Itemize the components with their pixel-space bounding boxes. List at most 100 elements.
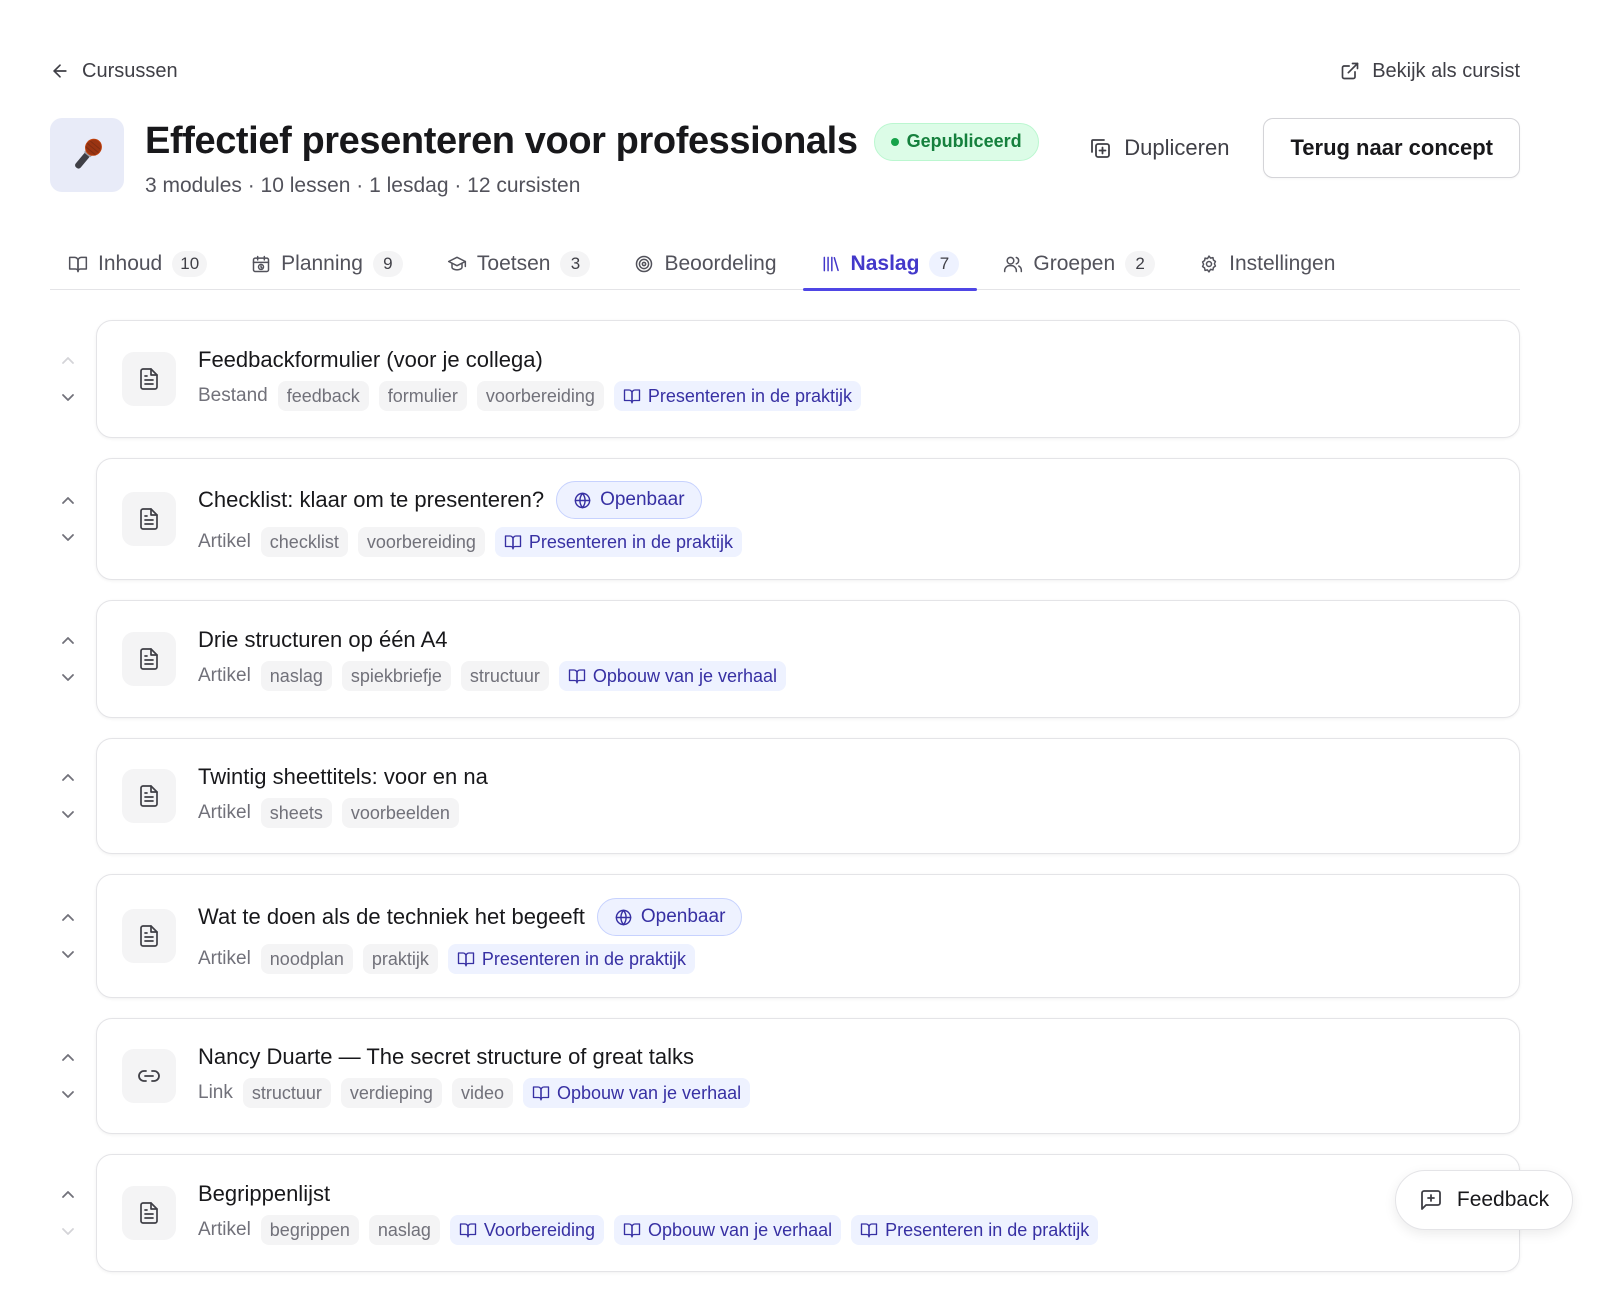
tab-inhoud[interactable]: Inhoud 10 [50,238,225,290]
course-tabs: Inhoud 10 Planning 9 Toetsen 3 Beoordeli… [50,238,1520,291]
move-down-button[interactable] [57,1085,79,1105]
tag: voorbereiding [357,527,485,557]
resource-type: Artikel [198,1219,251,1240]
module-tag[interactable]: Presenteren in de praktijk [494,527,743,557]
calendar-clock-icon [251,254,271,274]
file-text-icon [122,769,176,823]
book-open-icon [860,1221,878,1239]
duplicate-button[interactable]: Dupliceren [1088,135,1229,161]
book-open-icon [532,1084,550,1102]
move-down-button[interactable] [57,945,79,965]
module-tag-label: Voorbereiding [483,1219,596,1240]
module-tag[interactable]: Presenteren in de praktijk [447,944,695,974]
module-tag[interactable]: Presenteren in de praktijk [613,381,861,411]
resource-card[interactable]: Drie structuren op één A4 Artikel naslag… [96,600,1520,718]
resource-row: Wat te doen als de techniek het begeeft … [50,874,1520,998]
tag: voorbereiding [476,381,604,411]
book-open-icon [459,1221,477,1239]
module-tag-label: Opbouw van je verhaal [648,1219,833,1240]
resource-title: Nancy Duarte — The secret structure of g… [198,1044,695,1069]
back-to-courses-link[interactable]: Cursussen [50,60,178,83]
module-tag-label: Presenteren in de praktijk [647,385,852,406]
resource-type: Artikel [198,531,251,552]
resource-row: Checklist: klaar om te presenteren? Open… [50,458,1520,580]
module-tag[interactable]: Presenteren in de praktijk [851,1215,1099,1245]
tag: begrippen [260,1215,359,1245]
resource-title: Wat te doen als de techniek het begeeft [198,904,585,929]
tab-naslag[interactable]: Naslag 7 [802,238,978,291]
status-dot-icon [890,137,899,146]
move-down-button[interactable] [57,388,79,408]
tab-groepen[interactable]: Groepen 2 [985,238,1173,290]
feedback-label: Feedback [1456,1188,1550,1211]
resource-card[interactable]: Twintig sheettitels: voor en na Artikel … [96,738,1520,854]
file-text-icon [122,632,176,686]
move-down-button[interactable] [57,805,79,825]
microphone-icon [50,118,124,192]
globe-icon [614,908,633,927]
tab-label: Instellingen [1229,252,1336,275]
module-tag[interactable]: Opbouw van je verhaal [522,1078,751,1108]
resource-row: Feedbackformulier (voor je collega) Best… [50,320,1520,438]
move-up-button[interactable] [57,630,79,650]
file-text-icon [122,1186,176,1240]
tag: sheets [260,798,332,828]
tab-planning[interactable]: Planning 9 [233,238,421,290]
back-to-draft-button[interactable]: Terug naar concept [1263,118,1520,178]
resource-card[interactable]: Wat te doen als de techniek het begeeft … [96,874,1520,998]
graduation-cap-icon [447,254,467,274]
resource-type: Artikel [198,665,251,686]
resource-type: Artikel [198,802,251,823]
globe-icon [573,491,592,510]
tab-toetsen[interactable]: Toetsen 3 [429,238,609,290]
tab-label: Naslag [850,252,920,275]
resource-card[interactable]: Nancy Duarte — The secret structure of g… [96,1018,1520,1134]
resource-type: Artikel [198,948,251,969]
move-up-button[interactable] [57,907,79,927]
move-up-button[interactable] [57,1184,79,1204]
move-down-button[interactable] [57,668,79,688]
external-link-icon [1340,61,1360,81]
feedback-button[interactable]: Feedback [1395,1170,1573,1230]
tag: formulier [378,381,467,411]
module-tag[interactable]: Opbouw van je verhaal [558,661,787,691]
reorder-controls [50,600,86,718]
move-up-button[interactable] [57,350,79,370]
resource-card[interactable]: Checklist: klaar om te presenteren? Open… [96,458,1520,580]
move-up-button[interactable] [57,1047,79,1067]
reorder-controls [50,458,86,580]
tab-label: Groepen [1033,252,1116,275]
tag: naslag [260,661,332,691]
resource-row: Drie structuren op één A4 Artikel naslag… [50,600,1520,718]
module-tag[interactable]: Voorbereiding [449,1215,605,1245]
module-tag[interactable]: Opbouw van je verhaal [614,1215,842,1245]
book-open-icon [68,254,88,274]
tag: structuur [460,661,549,691]
resource-card[interactable]: Begrippenlijst Artikel begrippen naslag … [96,1154,1520,1272]
resource-row: Begrippenlijst Artikel begrippen naslag … [50,1154,1520,1272]
public-badge: Openbaar [556,481,702,519]
public-badge: Openbaar [596,898,743,936]
move-down-button[interactable] [57,528,79,548]
book-open-icon [504,533,522,551]
module-tag-label: Opbouw van je verhaal [556,1082,742,1103]
tab-instellingen[interactable]: Instellingen [1181,238,1353,290]
resource-card[interactable]: Feedbackformulier (voor je collega) Best… [96,320,1520,438]
reorder-controls [50,1018,86,1134]
view-as-student-link[interactable]: Bekijk als cursist [1340,60,1520,83]
move-up-button[interactable] [57,767,79,787]
arrow-left-icon [50,61,70,81]
tab-beoordeling[interactable]: Beoordeling [616,238,794,290]
top-navigation: Cursussen Bekijk als cursist [50,56,1520,86]
tag: naslag [368,1215,440,1245]
reorder-controls [50,1154,86,1272]
move-down-button[interactable] [57,1222,79,1242]
tag: praktijk [362,944,438,974]
back-link-label: Cursussen [82,59,178,82]
public-label: Openbaar [640,906,726,927]
settings-icon [1199,254,1219,274]
move-up-button[interactable] [57,490,79,510]
module-tag-label: Presenteren in de praktijk [885,1219,1090,1240]
file-text-icon [122,492,176,546]
users-icon [1003,254,1023,274]
